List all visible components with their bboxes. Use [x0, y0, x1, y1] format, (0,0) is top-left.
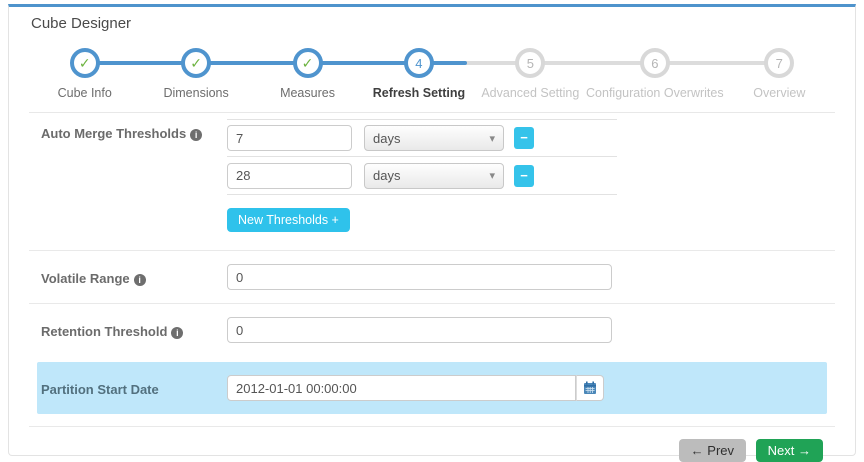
- retention-threshold-input[interactable]: [227, 317, 612, 343]
- next-button[interactable]: Next →: [756, 439, 823, 462]
- step-circle: ✓: [181, 48, 211, 78]
- step-configuration-overwrites[interactable]: 6 Configuration Overwrites: [586, 48, 724, 100]
- step-refresh-setting[interactable]: 4 Refresh Setting: [363, 48, 474, 100]
- threshold-row: days ▾ −: [227, 157, 617, 195]
- threshold-value-input[interactable]: [227, 163, 352, 189]
- retention-threshold-label: Retention Thresholdi: [41, 317, 227, 343]
- step-circle: 7: [764, 48, 794, 78]
- minus-icon: −: [520, 130, 528, 145]
- step-number: 5: [527, 56, 534, 71]
- threshold-unit-select[interactable]: days ▾: [364, 125, 504, 151]
- step-dimensions[interactable]: ✓ Dimensions: [140, 48, 251, 100]
- partition-start-date-label: Partition Start Date: [41, 375, 227, 401]
- step-overview[interactable]: 7 Overview: [724, 48, 835, 100]
- calendar-addon-button[interactable]: [576, 375, 604, 401]
- page-title: Cube Designer: [31, 15, 833, 32]
- arrow-right-icon: →: [798, 443, 811, 458]
- new-thresholds-button[interactable]: New Thresholds +: [227, 208, 350, 232]
- check-icon: ✓: [302, 55, 314, 72]
- step-label: Dimensions: [163, 86, 228, 100]
- wizard-stepper: ✓ Cube Info ✓ Dimensions ✓ Measures 4 Re…: [29, 36, 835, 113]
- partition-date-input-group: [227, 375, 604, 401]
- selected-option: days: [373, 131, 400, 146]
- info-icon[interactable]: i: [134, 274, 146, 286]
- volatile-range-label: Volatile Rangei: [41, 264, 227, 290]
- step-number: 7: [776, 56, 783, 71]
- partition-start-date-input[interactable]: [227, 375, 576, 401]
- arrow-left-icon: ←: [691, 443, 704, 458]
- volatile-range-input[interactable]: [227, 264, 612, 290]
- step-advanced-setting[interactable]: 5 Advanced Setting: [475, 48, 586, 100]
- check-icon: ✓: [79, 55, 91, 72]
- step-label: Refresh Setting: [373, 86, 465, 100]
- step-cube-info[interactable]: ✓ Cube Info: [29, 48, 140, 100]
- threshold-unit-select[interactable]: days ▾: [364, 163, 504, 189]
- threshold-value-input[interactable]: [227, 125, 352, 151]
- step-number: 4: [415, 56, 422, 71]
- info-icon[interactable]: i: [171, 327, 183, 339]
- thresholds-list: days ▾ − days ▾ −: [227, 119, 617, 195]
- step-number: 6: [651, 56, 658, 71]
- step-circle: 5: [515, 48, 545, 78]
- partition-start-date-row: Partition Start Date: [37, 362, 827, 414]
- info-icon[interactable]: i: [190, 129, 202, 141]
- retention-threshold-row: Retention Thresholdi: [29, 303, 835, 356]
- auto-merge-row: Auto Merge Thresholdsi days ▾ −: [29, 113, 835, 250]
- step-label: Measures: [280, 86, 335, 100]
- check-icon: ✓: [190, 55, 202, 72]
- step-label: Overview: [753, 86, 805, 100]
- step-circle: 4: [404, 48, 434, 78]
- step-circle: ✓: [70, 48, 100, 78]
- threshold-row: days ▾ −: [227, 119, 617, 157]
- page-header: Cube Designer: [29, 7, 835, 36]
- auto-merge-label: Auto Merge Thresholdsi: [41, 119, 227, 242]
- remove-threshold-button[interactable]: −: [514, 165, 534, 187]
- wizard-footer: ← Prev Next →: [29, 426, 835, 462]
- chevron-down-icon: ▾: [489, 169, 495, 182]
- remove-threshold-button[interactable]: −: [514, 127, 534, 149]
- step-label: Advanced Setting: [481, 86, 579, 100]
- step-label: Configuration Overwrites: [586, 86, 724, 100]
- minus-icon: −: [520, 168, 528, 183]
- chevron-down-icon: ▾: [489, 132, 495, 145]
- refresh-setting-form: Auto Merge Thresholdsi days ▾ −: [29, 113, 835, 414]
- calendar-icon: [583, 381, 597, 395]
- step-circle: 6: [640, 48, 670, 78]
- prev-button[interactable]: ← Prev: [679, 439, 746, 462]
- cube-designer-panel: Cube Designer ✓ Cube Info ✓ Dimensions ✓…: [8, 4, 856, 456]
- step-circle: ✓: [293, 48, 323, 78]
- step-measures[interactable]: ✓ Measures: [252, 48, 363, 100]
- volatile-range-row: Volatile Rangei: [29, 250, 835, 303]
- step-label: Cube Info: [58, 86, 112, 100]
- selected-option: days: [373, 168, 400, 183]
